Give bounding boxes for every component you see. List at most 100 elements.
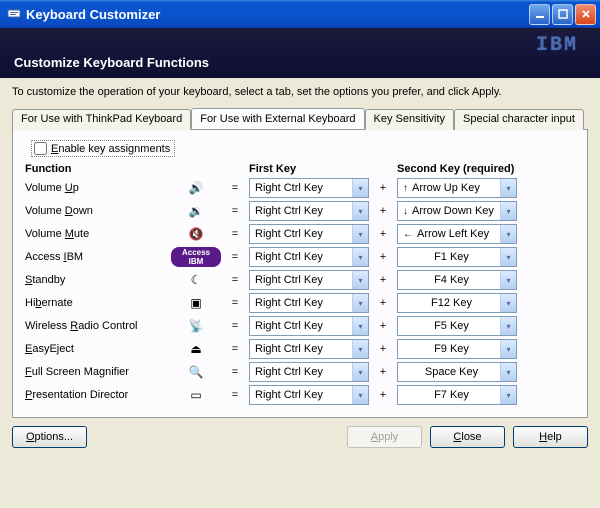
function-label: Volume Mute	[25, 228, 165, 240]
close-button[interactable]	[575, 4, 596, 25]
chevron-down-icon: ▾	[500, 294, 516, 312]
first-key-dropdown[interactable]: Right Ctrl Key▾	[249, 316, 369, 336]
tab-2[interactable]: Key Sensitivity	[365, 109, 455, 130]
chevron-down-icon: ▾	[500, 340, 516, 358]
plus-sign: +	[375, 343, 391, 355]
minimize-button[interactable]	[529, 4, 550, 25]
equals-sign: =	[227, 205, 243, 217]
function-grid: Function First Key Second Key (required)…	[25, 163, 575, 405]
function-label: Wireless Radio Control	[25, 320, 165, 332]
function-label: Full Screen Magnifier	[25, 366, 165, 378]
equals-sign: =	[227, 389, 243, 401]
tab-strip: For Use with ThinkPad KeyboardFor Use wi…	[12, 108, 588, 129]
apply-button[interactable]: Apply	[347, 426, 422, 448]
chevron-down-icon: ▾	[500, 248, 516, 266]
second-key-dropdown[interactable]: F4 Key▾	[397, 270, 517, 290]
chevron-down-icon: ▾	[352, 317, 368, 335]
chevron-down-icon: ▾	[500, 271, 516, 289]
ibm-logo: IBM	[536, 34, 578, 57]
first-key-dropdown[interactable]: Right Ctrl Key▾	[249, 339, 369, 359]
plus-sign: +	[375, 228, 391, 240]
help-button[interactable]: Help	[513, 426, 588, 448]
chevron-down-icon: ▾	[500, 363, 516, 381]
plus-sign: +	[375, 297, 391, 309]
window-title: Keyboard Customizer	[26, 7, 529, 22]
chevron-down-icon: ▾	[500, 202, 516, 220]
chevron-down-icon: ▾	[352, 225, 368, 243]
first-key-dropdown[interactable]: Right Ctrl Key▾	[249, 385, 369, 405]
enable-key-assignments-group[interactable]: Enable key assignments	[31, 140, 175, 157]
second-key-dropdown[interactable]: F7 Key▾	[397, 385, 517, 405]
chevron-down-icon: ▾	[352, 202, 368, 220]
second-key-dropdown[interactable]: F1 Key▾	[397, 247, 517, 267]
chevron-down-icon: ▾	[500, 386, 516, 404]
second-key-dropdown[interactable]: Space Key▾	[397, 362, 517, 382]
first-key-dropdown[interactable]: Right Ctrl Key▾	[249, 362, 369, 382]
app-icon	[6, 6, 22, 22]
second-key-dropdown[interactable]: F9 Key▾	[397, 339, 517, 359]
second-key-dropdown[interactable]: ←Arrow Left Key▾	[397, 224, 517, 244]
second-key-dropdown[interactable]: F5 Key▾	[397, 316, 517, 336]
function-icon: ▣	[171, 296, 221, 310]
function-label: Presentation Director	[25, 389, 165, 401]
function-icon: Access IBM	[171, 247, 221, 267]
first-key-dropdown[interactable]: Right Ctrl Key▾	[249, 247, 369, 267]
first-key-dropdown[interactable]: Right Ctrl Key▾	[249, 224, 369, 244]
chevron-down-icon: ▾	[500, 225, 516, 243]
instruction-text: To customize the operation of your keybo…	[12, 86, 588, 98]
first-key-dropdown[interactable]: Right Ctrl Key▾	[249, 293, 369, 313]
close-button-dialog[interactable]: Close	[430, 426, 505, 448]
chevron-down-icon: ▾	[352, 363, 368, 381]
tab-panel-external-keyboard: Enable key assignments Function First Ke…	[12, 129, 588, 418]
function-icon: 🔉	[171, 204, 221, 218]
equals-sign: =	[227, 274, 243, 286]
arrow-glyph-icon: ↓	[403, 206, 408, 217]
tab-0[interactable]: For Use with ThinkPad Keyboard	[12, 109, 191, 130]
titlebar: Keyboard Customizer	[0, 0, 600, 28]
function-icon: 📡	[171, 319, 221, 333]
options-button[interactable]: Options...	[12, 426, 87, 448]
function-label: EasyEject	[25, 343, 165, 355]
maximize-button[interactable]	[552, 4, 573, 25]
equals-sign: =	[227, 297, 243, 309]
arrow-glyph-icon: ↑	[403, 183, 408, 194]
chevron-down-icon: ▾	[500, 317, 516, 335]
function-icon: 🔍	[171, 365, 221, 379]
equals-sign: =	[227, 251, 243, 263]
plus-sign: +	[375, 389, 391, 401]
function-icon: 🔇	[171, 227, 221, 241]
equals-sign: =	[227, 228, 243, 240]
second-key-dropdown[interactable]: ↓Arrow Down Key▾	[397, 201, 517, 221]
col-first-key: First Key	[249, 163, 369, 175]
enable-key-assignments-label: Enable key assignments	[51, 143, 170, 155]
chevron-down-icon: ▾	[352, 271, 368, 289]
plus-sign: +	[375, 274, 391, 286]
enable-key-assignments-checkbox[interactable]	[34, 142, 47, 155]
button-bar: Options... Apply Close Help	[0, 418, 600, 456]
function-icon: ⏏	[171, 342, 221, 356]
chevron-down-icon: ▾	[352, 294, 368, 312]
arrow-glyph-icon: ←	[403, 229, 413, 240]
second-key-dropdown[interactable]: F12 Key▾	[397, 293, 517, 313]
function-label: Volume Up	[25, 182, 165, 194]
plus-sign: +	[375, 366, 391, 378]
first-key-dropdown[interactable]: Right Ctrl Key▾	[249, 201, 369, 221]
first-key-dropdown[interactable]: Right Ctrl Key▾	[249, 270, 369, 290]
second-key-dropdown[interactable]: ↑Arrow Up Key▾	[397, 178, 517, 198]
function-label: Access IBM	[25, 251, 165, 263]
first-key-dropdown[interactable]: Right Ctrl Key▾	[249, 178, 369, 198]
equals-sign: =	[227, 366, 243, 378]
function-label: Hibernate	[25, 297, 165, 309]
chevron-down-icon: ▾	[500, 179, 516, 197]
tab-1[interactable]: For Use with External Keyboard	[191, 108, 364, 129]
tab-3[interactable]: Special character input	[454, 109, 584, 130]
plus-sign: +	[375, 251, 391, 263]
function-label: Volume Down	[25, 205, 165, 217]
equals-sign: =	[227, 182, 243, 194]
equals-sign: =	[227, 320, 243, 332]
plus-sign: +	[375, 320, 391, 332]
access-ibm-pill-icon: Access IBM	[171, 247, 221, 267]
equals-sign: =	[227, 343, 243, 355]
chevron-down-icon: ▾	[352, 179, 368, 197]
chevron-down-icon: ▾	[352, 248, 368, 266]
